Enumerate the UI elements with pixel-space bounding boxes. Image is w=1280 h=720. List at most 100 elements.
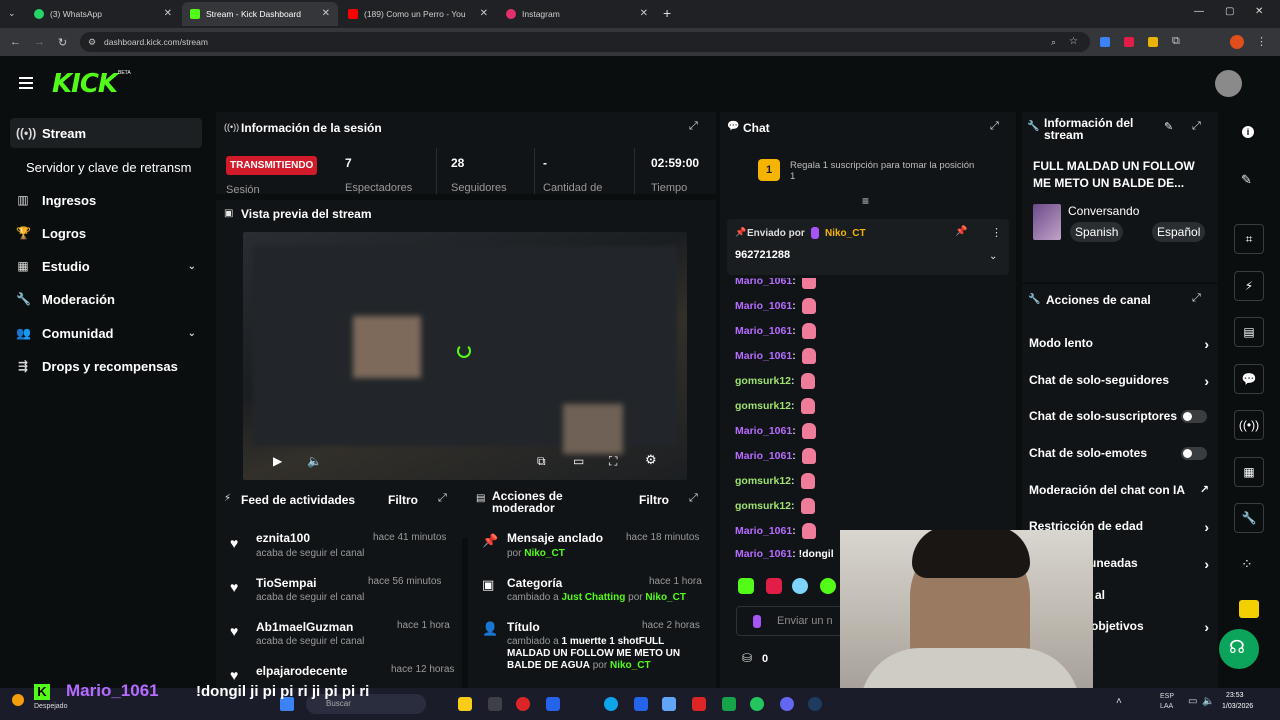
collapse-icon[interactable]: ≡ bbox=[862, 194, 869, 208]
extension-icon[interactable] bbox=[1148, 37, 1158, 47]
sidebar-item-comunidad[interactable]: 👥 Comunidad ⌄ bbox=[10, 318, 202, 348]
user-avatar[interactable] bbox=[1215, 70, 1242, 97]
tab-instagram[interactable]: Instagram ✕ bbox=[498, 2, 656, 26]
document-button[interactable]: ▤ bbox=[1234, 317, 1264, 347]
tray-chevron-icon[interactable]: ˄ bbox=[1116, 696, 1122, 707]
sidebar-item-drops[interactable]: ⇶ Drops y recompensas bbox=[10, 351, 202, 381]
tag[interactable]: Spanish bbox=[1070, 222, 1124, 242]
chat-username[interactable]: Mario_1061 bbox=[735, 350, 792, 362]
tab-whatsapp[interactable]: (3) WhatsApp ✕ bbox=[26, 2, 180, 26]
chrome-icon[interactable] bbox=[750, 697, 764, 711]
sidebar-item-estudio[interactable]: ▦ Estudio ⌄ bbox=[10, 251, 202, 281]
chat-username[interactable]: gomsurk12 bbox=[735, 500, 791, 512]
chat-username[interactable]: gomsurk12 bbox=[735, 475, 791, 487]
app-icon[interactable] bbox=[516, 697, 530, 711]
points-icon[interactable]: ⛁ bbox=[742, 651, 752, 665]
extension-icon[interactable] bbox=[1100, 37, 1110, 47]
expand-icon[interactable]: ⤢ bbox=[990, 120, 999, 133]
expand-icon[interactable]: ⤢ bbox=[438, 492, 447, 505]
network-icon[interactable]: ▭ bbox=[1188, 696, 1197, 707]
app-icon[interactable] bbox=[662, 697, 676, 711]
minimize-button[interactable]: — bbox=[1194, 6, 1204, 17]
kick-logo[interactable]: KICK bbox=[52, 69, 118, 99]
tab-youtube[interactable]: (189) Como un Perro - You ✕ bbox=[340, 2, 496, 26]
sidebar-item-ingresos[interactable]: ▥ Ingresos bbox=[10, 185, 202, 215]
clock-time[interactable]: 23:53 bbox=[1226, 692, 1244, 699]
tab-search-icon[interactable]: ⌄ bbox=[8, 8, 16, 19]
zoom-icon[interactable]: ⌕ bbox=[1051, 32, 1056, 52]
play-icon[interactable]: ▶ bbox=[273, 454, 282, 468]
action-by-user[interactable]: Niko_CT bbox=[645, 592, 686, 603]
action-by-user[interactable]: Niko_CT bbox=[610, 660, 651, 671]
chat-username[interactable]: gomsurk12 bbox=[735, 375, 791, 387]
activity-user[interactable]: TioSempai bbox=[256, 576, 316, 590]
chat-username[interactable]: Mario_1061 bbox=[735, 325, 792, 337]
broadcast-button[interactable]: ((•)) bbox=[1234, 410, 1264, 440]
chat-input[interactable]: Enviar un n bbox=[736, 606, 846, 636]
weather-label[interactable]: Despejado bbox=[34, 703, 67, 710]
sidebar-item-moderacion[interactable]: 🔧 Moderación bbox=[10, 284, 202, 314]
edit-pencil-icon[interactable]: ✎ bbox=[1164, 120, 1173, 133]
profile-avatar[interactable] bbox=[1230, 35, 1244, 49]
sidebar-item-stream[interactable]: ((•)) Stream bbox=[10, 118, 202, 148]
close-icon[interactable]: ✕ bbox=[640, 8, 648, 19]
expand-icon[interactable]: ⤢ bbox=[689, 120, 698, 133]
tray-language[interactable]: ESP bbox=[1160, 693, 1174, 700]
pinned-message[interactable]: 📌 Enviado por Niko_CT 📌 ⋮ 962721288 ⌄ bbox=[727, 219, 1009, 275]
layout-button[interactable]: ▦ bbox=[1234, 457, 1264, 487]
url-field[interactable]: ⚙ dashboard.kick.com/stream ⌕ ☆ bbox=[80, 32, 1090, 52]
discord-icon[interactable] bbox=[780, 697, 794, 711]
chat-username[interactable]: Mario_1061 bbox=[735, 450, 792, 462]
sidebar-item-logros[interactable]: 🏆 Logros bbox=[10, 218, 202, 248]
info-icon[interactable]: i bbox=[1242, 126, 1254, 138]
subscribers-only-toggle[interactable] bbox=[1181, 410, 1207, 423]
action-by-user[interactable]: Niko_CT bbox=[524, 548, 565, 559]
emotes-only-toggle[interactable] bbox=[1181, 447, 1207, 460]
sidebar-item-server-key[interactable]: Servidor y clave de retransm bbox=[26, 152, 212, 182]
site-info-icon[interactable]: ⚙ bbox=[88, 32, 96, 52]
chat-username[interactable]: Mario_1061 bbox=[735, 425, 792, 437]
menu-icon[interactable] bbox=[19, 77, 33, 92]
camera-capture-button[interactable]: ⌗ bbox=[1234, 224, 1264, 254]
close-icon[interactable]: ✕ bbox=[322, 8, 330, 19]
followers-only-row[interactable]: Chat de solo-seguidores › bbox=[1029, 373, 1209, 389]
emote-icon[interactable] bbox=[766, 578, 782, 594]
emote-icon[interactable] bbox=[820, 578, 836, 594]
extensions-puzzle-icon[interactable]: ⧉ bbox=[1172, 35, 1180, 48]
forward-icon[interactable]: → bbox=[34, 36, 45, 48]
stream-preview-video[interactable]: ▶ 🔈 ⧉ ▭ ⛶ ⚙ bbox=[243, 232, 687, 480]
unpin-icon[interactable]: 📌 bbox=[955, 226, 967, 237]
bolt-button[interactable]: ⚡ bbox=[1234, 271, 1264, 301]
app-icon[interactable] bbox=[634, 697, 648, 711]
tag[interactable]: Español bbox=[1152, 222, 1206, 242]
chat-username[interactable]: Mario_1061 bbox=[735, 278, 792, 287]
activity-user[interactable]: elpajarodecente bbox=[256, 664, 347, 678]
browser-menu-icon[interactable]: ⋮ bbox=[1256, 35, 1267, 48]
tab-kick-dashboard[interactable]: Stream - Kick Dashboard ✕ bbox=[182, 2, 338, 26]
chat-username[interactable]: Mario_1061 bbox=[735, 300, 792, 312]
chevron-down-icon[interactable]: ⌄ bbox=[989, 251, 997, 262]
chat-username[interactable]: Mario_1061 bbox=[735, 525, 792, 537]
app-icon[interactable] bbox=[488, 697, 502, 711]
maximize-button[interactable]: ▢ bbox=[1225, 6, 1234, 17]
chat-button[interactable]: 💬 bbox=[1234, 364, 1264, 394]
excel-icon[interactable] bbox=[722, 697, 736, 711]
new-tab-button[interactable]: + bbox=[663, 5, 671, 21]
edit-pencil-icon[interactable]: ✎ bbox=[1241, 172, 1252, 188]
apps-dots-icon[interactable]: ⁘ bbox=[1241, 556, 1253, 573]
theater-icon[interactable]: ▭ bbox=[573, 454, 584, 468]
pip-icon[interactable]: ⧉ bbox=[537, 454, 546, 469]
expand-icon[interactable]: ⤢ bbox=[1192, 120, 1201, 133]
steam-icon[interactable] bbox=[808, 697, 822, 711]
activity-user[interactable]: Ab1maelGuzman bbox=[256, 620, 353, 634]
reload-icon[interactable]: ↻ bbox=[58, 36, 67, 49]
slow-mode-row[interactable]: Modo lento › bbox=[1029, 336, 1209, 352]
filter-button[interactable]: Filtro bbox=[388, 493, 418, 507]
close-icon[interactable]: ✕ bbox=[480, 8, 488, 19]
wrench-button[interactable]: 🔧 bbox=[1234, 503, 1264, 533]
file-explorer-icon[interactable] bbox=[458, 697, 472, 711]
ai-moderation-row[interactable]: Moderación del chat con IA ↗ bbox=[1029, 483, 1209, 497]
category-name[interactable]: Conversando bbox=[1068, 204, 1139, 218]
volume-icon[interactable]: 🔈 bbox=[1202, 696, 1214, 707]
expand-icon[interactable]: ⤢ bbox=[689, 492, 698, 505]
